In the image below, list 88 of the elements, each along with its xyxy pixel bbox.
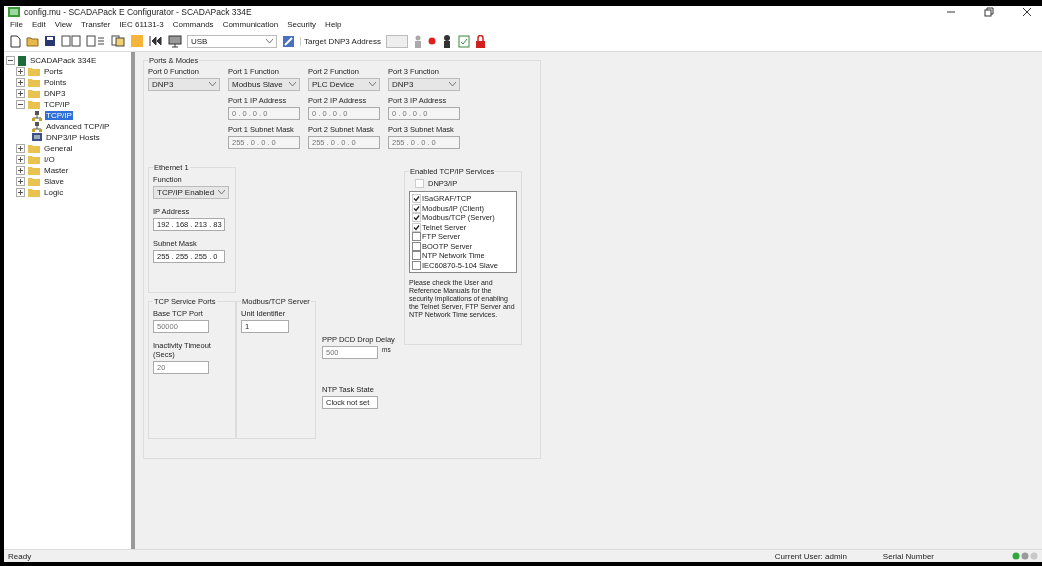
tree-item[interactable]: Advanced TCP/IP bbox=[45, 122, 111, 131]
expand-icon[interactable] bbox=[16, 155, 25, 164]
collapse-icon[interactable] bbox=[16, 100, 25, 109]
serial-number: Serial Number bbox=[882, 551, 934, 561]
tree-item[interactable]: TCP/IP bbox=[45, 111, 73, 120]
checkbox[interactable] bbox=[412, 194, 421, 204]
record-icon[interactable] bbox=[427, 37, 436, 45]
function-dropdown[interactable]: Modbus Slave bbox=[228, 78, 300, 91]
document-check-icon[interactable] bbox=[457, 34, 470, 48]
checkbox[interactable] bbox=[412, 222, 421, 232]
menu-item[interactable]: Security bbox=[287, 20, 317, 29]
expand-icon[interactable] bbox=[16, 89, 25, 98]
new-file-icon[interactable] bbox=[9, 34, 21, 48]
folder-icon bbox=[28, 89, 40, 98]
close-icon[interactable] bbox=[1022, 7, 1032, 17]
folder-icon bbox=[28, 155, 40, 164]
checkbox[interactable] bbox=[412, 241, 421, 251]
expand-icon[interactable] bbox=[16, 166, 25, 175]
tree-item[interactable]: SCADAPack 334E bbox=[29, 56, 98, 65]
menu-item[interactable]: Communication bbox=[222, 20, 279, 29]
function-dropdown[interactable]: DNP3 bbox=[148, 78, 220, 91]
network-icon bbox=[32, 121, 42, 132]
caret-icon bbox=[209, 82, 216, 87]
checkbox-icon bbox=[415, 179, 424, 188]
folder-icon bbox=[28, 100, 40, 109]
caret-icon bbox=[289, 82, 296, 87]
computer-icon bbox=[32, 132, 42, 143]
folder-icon bbox=[28, 144, 40, 153]
window-title: config.mu - SCADAPack E Configurator - SCADAPack 334E bbox=[24, 7, 252, 17]
menu-item[interactable]: Edit bbox=[31, 20, 46, 29]
menu-item[interactable]: Help bbox=[325, 20, 342, 29]
collapse-icon[interactable] bbox=[6, 56, 15, 65]
skip-icon[interactable] bbox=[149, 35, 163, 47]
tree-item[interactable]: DNP3 bbox=[43, 89, 67, 98]
function-dropdown[interactable]: DNP3 bbox=[388, 78, 460, 91]
checkbox[interactable] bbox=[412, 260, 421, 270]
tree-item[interactable]: I/O bbox=[43, 155, 56, 164]
checkbox[interactable] bbox=[412, 232, 421, 242]
status-text: Ready bbox=[8, 551, 32, 561]
save-icon[interactable] bbox=[44, 35, 56, 47]
app-icon bbox=[8, 7, 20, 17]
folder-icon bbox=[28, 166, 40, 175]
document-icon[interactable] bbox=[86, 35, 106, 47]
tree-item[interactable]: Master bbox=[43, 166, 70, 175]
device-icon bbox=[18, 55, 26, 66]
menu-item[interactable]: Transfer bbox=[80, 20, 111, 29]
tree-item[interactable]: TCP/IP bbox=[43, 100, 71, 109]
document-icon[interactable] bbox=[61, 35, 81, 47]
menu-item[interactable]: File bbox=[10, 20, 23, 29]
checkbox[interactable] bbox=[412, 251, 421, 261]
tree-item[interactable]: Logic bbox=[43, 188, 65, 197]
lock-icon[interactable] bbox=[474, 34, 486, 48]
current-user: Current User: admin bbox=[774, 551, 847, 561]
menu-item[interactable]: Commands bbox=[172, 20, 214, 29]
expand-icon[interactable] bbox=[16, 188, 25, 197]
copy-icon[interactable] bbox=[111, 35, 125, 47]
tree-item[interactable]: DNP3/IP Hosts bbox=[45, 133, 101, 142]
folder-icon bbox=[28, 188, 40, 197]
caret-icon bbox=[266, 38, 273, 44]
target-address-label: Target DNP3 Address bbox=[300, 36, 381, 46]
folder-icon bbox=[28, 67, 40, 76]
tree-item[interactable]: General bbox=[43, 144, 74, 153]
expand-icon[interactable] bbox=[16, 144, 25, 153]
open-folder-icon[interactable] bbox=[26, 35, 39, 47]
function-dropdown[interactable]: PLC Device bbox=[308, 78, 380, 91]
folder-icon bbox=[28, 78, 40, 87]
tree-item[interactable]: Ports bbox=[43, 67, 64, 76]
menu-item[interactable]: IEC 61131-3 bbox=[119, 20, 164, 29]
folder-icon bbox=[28, 177, 40, 186]
status-lights-icon bbox=[1012, 552, 1038, 560]
network-icon bbox=[32, 110, 42, 121]
tree-item[interactable]: Slave bbox=[43, 177, 65, 186]
caret-icon bbox=[369, 82, 376, 87]
target-address-field[interactable] bbox=[385, 34, 408, 48]
menu-item[interactable]: View bbox=[54, 20, 72, 29]
caret-icon bbox=[449, 82, 456, 87]
checkbox[interactable] bbox=[412, 213, 421, 223]
checkbox[interactable] bbox=[412, 203, 421, 213]
caret-icon bbox=[218, 190, 225, 195]
restore-icon[interactable] bbox=[984, 7, 994, 17]
expand-icon[interactable] bbox=[16, 78, 25, 87]
tree-item[interactable]: Points bbox=[43, 78, 68, 87]
monitor-icon[interactable] bbox=[168, 34, 182, 48]
port-dropdown[interactable]: USB bbox=[187, 34, 277, 48]
settings-icon[interactable] bbox=[282, 34, 295, 48]
expand-icon[interactable] bbox=[16, 177, 25, 186]
expand-icon[interactable] bbox=[16, 67, 25, 76]
function-dropdown[interactable]: TCP/IP Enabled bbox=[153, 186, 229, 199]
